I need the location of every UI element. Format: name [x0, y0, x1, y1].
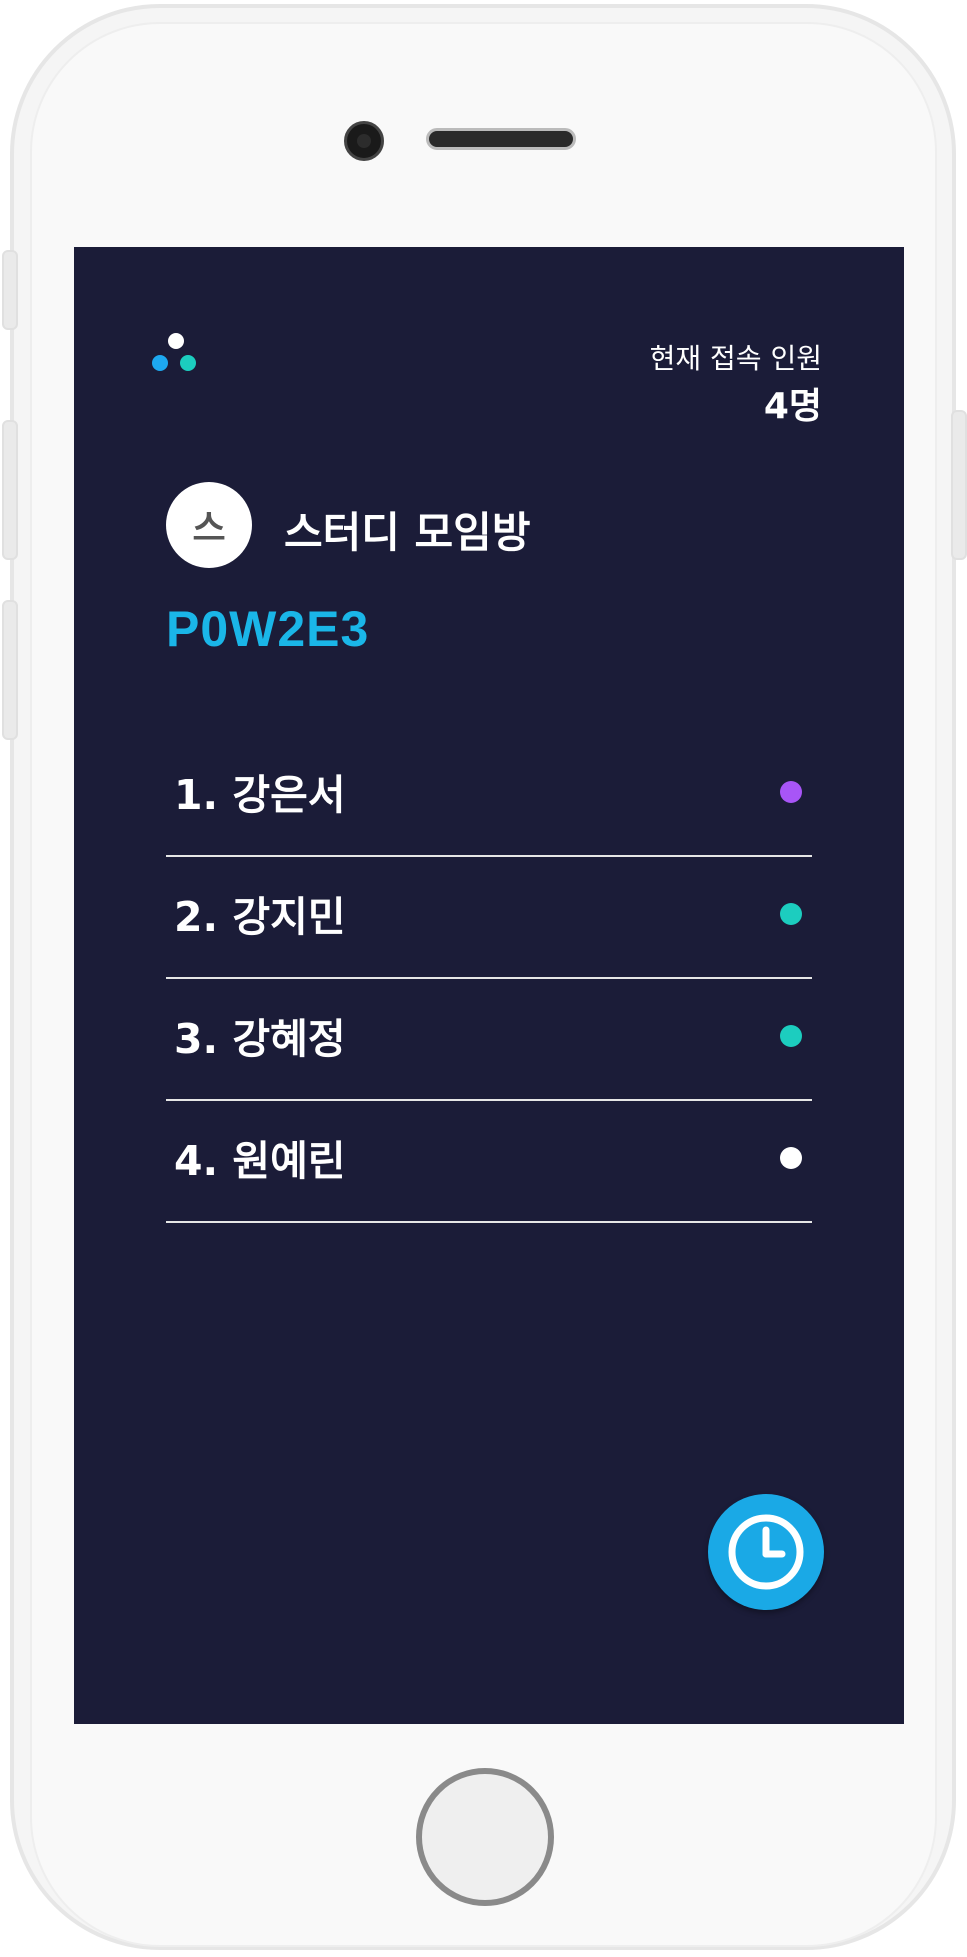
member-list: 1. 강은서 2. 강지민 3. 강혜정 4. 원예린 — [166, 737, 812, 1225]
earpiece-speaker — [426, 128, 576, 150]
power-button — [951, 410, 967, 560]
member-name: 2. 강지민 — [174, 893, 346, 941]
room-code[interactable]: P0W2E3 — [166, 600, 369, 658]
home-button[interactable] — [416, 1768, 554, 1906]
online-users-label: 현재 접속 인원 — [649, 342, 822, 375]
room-title: 스터디 모임방 — [284, 508, 531, 557]
logo-dot-right — [180, 355, 196, 371]
app-screen: 현재 접속 인원 4명 스 스터디 모임방 P0W2E3 1. 강은서 2. 강… — [74, 247, 904, 1724]
member-name: 4. 원예린 — [174, 1137, 346, 1185]
front-camera — [344, 121, 384, 161]
member-status-dot — [780, 1147, 802, 1169]
member-item[interactable]: 1. 강은서 — [166, 737, 812, 857]
logo-dot-top — [168, 333, 184, 349]
member-name: 3. 강혜정 — [174, 1015, 346, 1063]
mute-switch — [2, 250, 18, 330]
room-avatar: 스 — [166, 482, 252, 568]
member-item[interactable]: 3. 강혜정 — [166, 981, 812, 1101]
member-status-dot — [780, 781, 802, 803]
online-users-count: 4명 — [763, 386, 822, 427]
member-status-dot — [780, 1025, 802, 1047]
clock-icon — [728, 1514, 804, 1590]
three-dots-logo-icon — [152, 333, 200, 377]
volume-down-button — [2, 600, 18, 740]
logo-dot-left — [152, 355, 168, 371]
member-item[interactable]: 2. 강지민 — [166, 859, 812, 979]
volume-up-button — [2, 420, 18, 560]
member-name: 1. 강은서 — [174, 771, 346, 819]
member-item[interactable]: 4. 원예린 — [166, 1103, 812, 1223]
timer-button[interactable] — [708, 1494, 824, 1610]
member-status-dot — [780, 903, 802, 925]
